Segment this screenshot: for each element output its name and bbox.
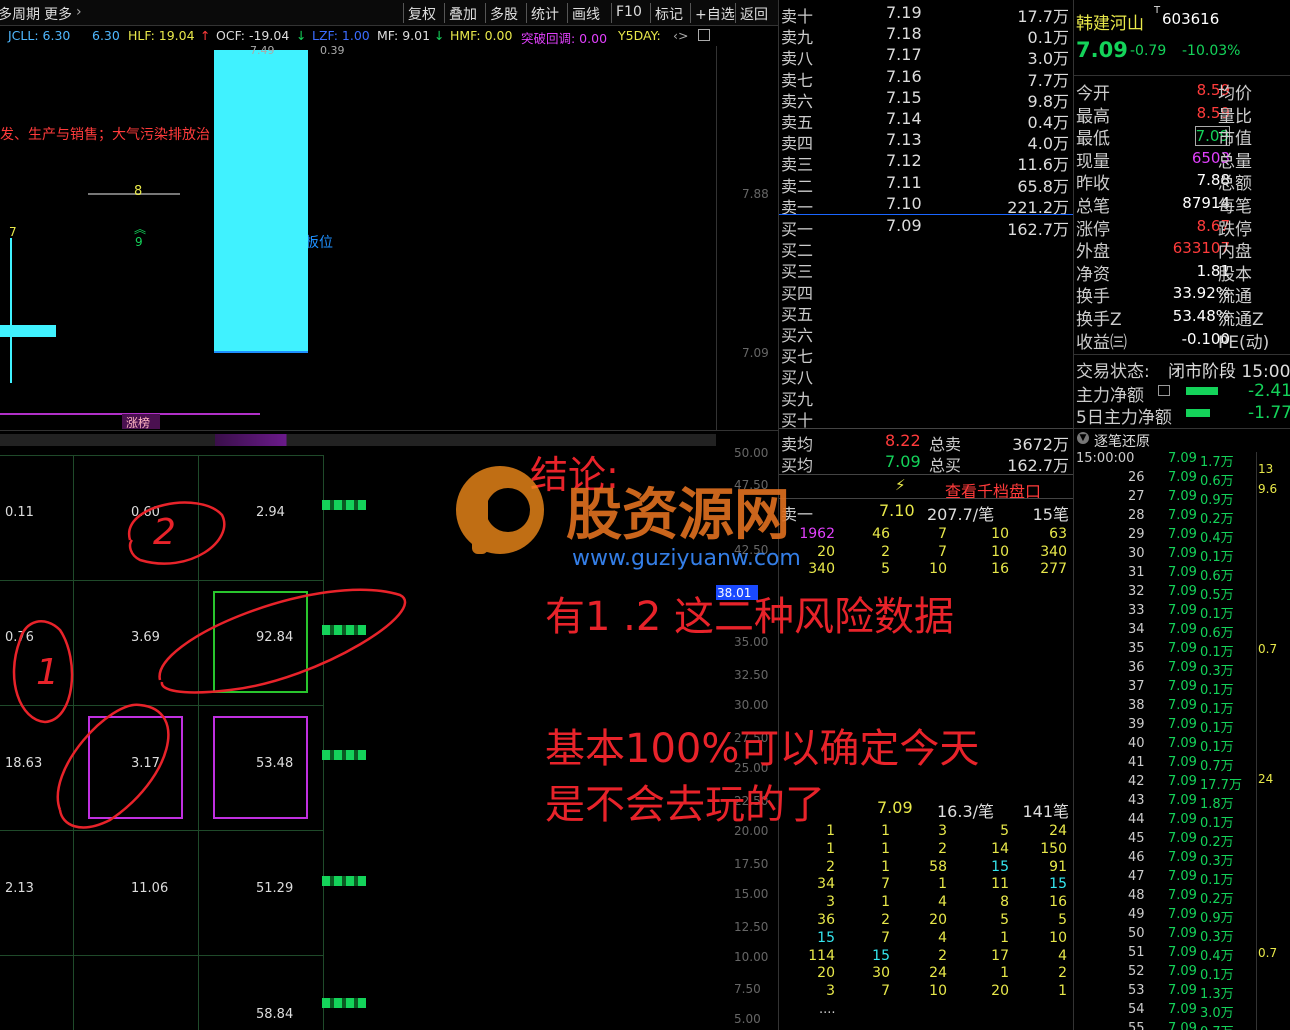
annotation-mark-one: 1 — [36, 652, 59, 693]
ellipse-317-stroke — [56, 703, 170, 829]
annotation-risk: 有1 .2 这二种风险数据 — [545, 594, 955, 640]
annotation-mark-two: 2 — [153, 512, 176, 553]
ellipse-92-stroke — [158, 588, 407, 694]
watermark-brand: 股资源网 — [566, 483, 790, 548]
watermark-url: www.guziyuanw.com — [572, 546, 801, 571]
annotation-line2: 是不会去玩的了 — [545, 782, 825, 828]
circle-two-stroke — [127, 501, 226, 565]
annotation-line1: 基本100%可以确定今天 — [545, 726, 980, 772]
watermark-logo — [450, 462, 558, 562]
